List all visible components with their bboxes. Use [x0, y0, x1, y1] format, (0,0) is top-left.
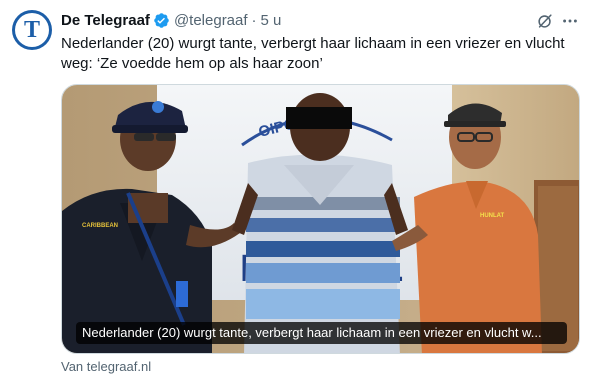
more-dots-icon[interactable]	[560, 11, 580, 31]
avatar[interactable]: T	[12, 10, 52, 50]
shirt-logo-text: HUNLAT	[480, 213, 505, 219]
card-caption: Nederlander (20) wurgt tante, verbergt h…	[76, 322, 567, 344]
separator-dot: ·	[251, 11, 257, 29]
tweet-text: Nederlander (20) wurgt tante, verbergt h…	[61, 35, 565, 72]
telegraaf-logo: T	[15, 13, 49, 47]
handle[interactable]: @telegraaf	[174, 12, 248, 29]
tweet-header: De Telegraaf @telegraaf · 5 u	[61, 10, 281, 30]
verified-badge-icon	[153, 12, 170, 29]
timestamp[interactable]: 5 u	[261, 12, 282, 29]
link-card[interactable]: OIPOL IN L CARIBBEAN	[61, 84, 580, 354]
card-source-link[interactable]: Van telegraaf.nl	[61, 359, 151, 374]
grok-icon[interactable]	[535, 11, 555, 31]
display-name[interactable]: De Telegraaf	[61, 12, 150, 29]
officer-badge-text: CARIBBEAN	[82, 223, 118, 229]
news-photo: OIPOL IN L CARIBBEAN	[62, 85, 579, 353]
